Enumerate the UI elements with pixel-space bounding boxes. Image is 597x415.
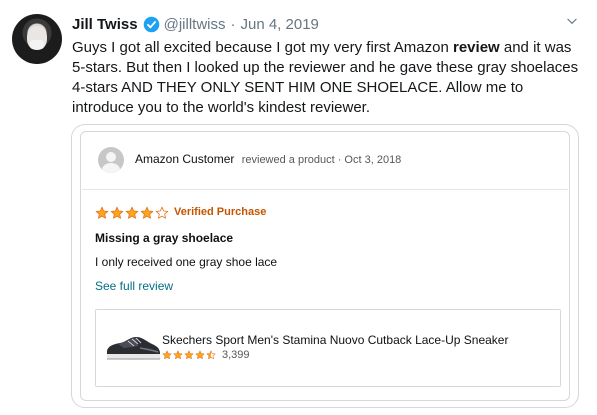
tweet-text-start: Guys I got all excited because I got my …	[72, 39, 453, 56]
review-screenshot: Amazon Customer reviewed a product · Oct…	[80, 131, 570, 401]
author-avatar[interactable]	[12, 14, 62, 64]
review-star-rating	[95, 206, 170, 220]
verified-badge-icon	[143, 16, 159, 32]
tweet-text-bold: review	[453, 39, 500, 56]
avatar-mask	[30, 40, 44, 49]
star-icon	[140, 206, 154, 219]
product-star-rating	[162, 350, 217, 360]
star-icon	[162, 350, 172, 360]
review-title: Missing a gray shoelace	[95, 231, 234, 245]
tweet-header: Jill Twiss @jilltwiss · Jun 4, 2019	[72, 13, 577, 35]
product-card: Skechers Sport Men's Stamina Nuovo Cutba…	[95, 309, 561, 387]
star-icon	[206, 350, 216, 360]
star-icon	[125, 206, 139, 219]
star-icon	[195, 350, 205, 360]
reviewer-name: Amazon Customer	[135, 152, 235, 166]
verified-purchase-badge: Verified Purchase	[174, 206, 267, 218]
review-body: I only received one gray shoe lace	[95, 255, 278, 269]
sneaker-image	[107, 337, 160, 360]
reviewer-line: Amazon Customer reviewed a product · Oct…	[135, 152, 401, 166]
default-user-icon	[98, 147, 124, 173]
see-full-review-link: See full review	[95, 279, 174, 293]
author-handle[interactable]: @jilltwiss	[164, 16, 226, 33]
star-icon	[155, 206, 169, 219]
author-name[interactable]: Jill Twiss	[72, 16, 138, 33]
star-icon	[173, 350, 183, 360]
tweet-text: Guys I got all excited because I got my …	[72, 38, 584, 118]
product-rating: 3,399	[162, 349, 250, 361]
reviewer-meta: reviewed a product · Oct 3, 2018	[241, 154, 402, 166]
product-rating-count: 3,399	[222, 349, 250, 361]
review-divider	[82, 189, 568, 190]
tweet-date[interactable]: Jun 4, 2019	[240, 16, 318, 33]
star-icon	[184, 350, 194, 360]
product-name: Skechers Sport Men's Stamina Nuovo Cutba…	[162, 333, 509, 347]
star-icon	[110, 206, 124, 219]
star-icon	[95, 206, 109, 219]
chevron-down-icon[interactable]	[565, 14, 579, 28]
header-separator: ·	[230, 15, 236, 33]
